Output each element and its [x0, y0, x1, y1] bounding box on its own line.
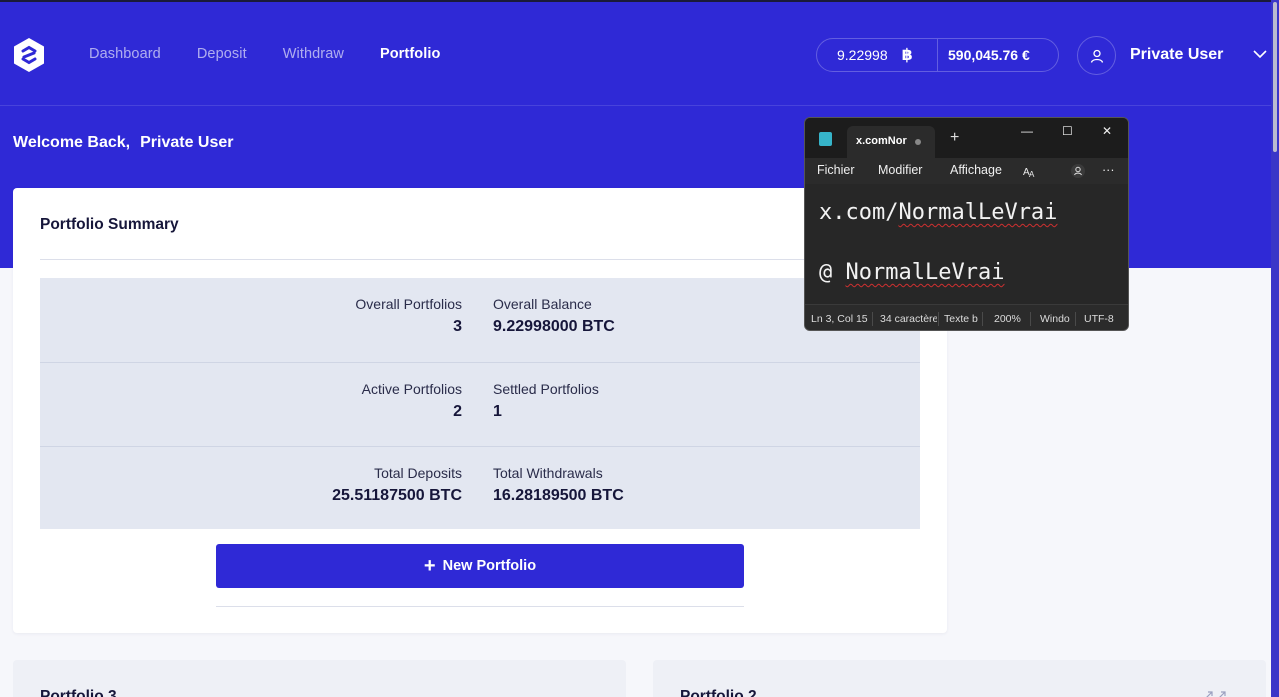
notepad-menubar: Fichier Modifier Affichage A A ··· [805, 158, 1128, 184]
divider [216, 606, 744, 607]
portfolio-card-title: Portfolio 3 [40, 688, 117, 697]
font-settings-icon[interactable]: A A [1023, 164, 1037, 178]
notepad-icon [819, 132, 832, 146]
stat-value: 3 [453, 318, 462, 335]
stat-value: 1 [493, 403, 502, 420]
close-button[interactable]: ✕ [1102, 124, 1112, 138]
maximize-button[interactable]: ☐ [1062, 124, 1073, 138]
brand-logo-icon[interactable] [12, 37, 46, 73]
encoding: UTF-8 [1084, 313, 1114, 325]
notepad-editor[interactable]: x.com/NormalLeVrai @ NormalLeVrai [805, 184, 1128, 304]
stat-label: Overall Balance [493, 296, 592, 312]
notepad-titlebar[interactable]: x.comNor + — ☐ ✕ [805, 118, 1128, 158]
stat-overall-portfolios: Overall Portfolios 3 [355, 296, 462, 336]
portfolio-card-title: Portfolio 2 [680, 688, 757, 697]
editor-line: @ NormalLeVrai [819, 260, 1004, 285]
status-separator [1075, 312, 1076, 326]
nav-withdraw[interactable]: Withdraw [283, 46, 344, 62]
line-text: x.com/ [819, 200, 899, 225]
main-nav: Dashboard Deposit Withdraw Portfolio [89, 46, 476, 62]
status-separator [938, 312, 939, 326]
stat-value: 9.22998000 BTC [493, 318, 615, 335]
summary-stats: Overall Portfolios 3 Overall Balance 9.2… [40, 278, 920, 529]
stat-label: Total Deposits [374, 465, 462, 481]
divider [40, 259, 920, 260]
external-link-icon[interactable] [1204, 690, 1228, 697]
account-icon[interactable] [1070, 163, 1086, 179]
line-text: @ [819, 260, 846, 285]
welcome-text: Welcome Back, [13, 134, 131, 151]
btc-balance-value: 9.22998 [837, 47, 888, 63]
menu-file[interactable]: Fichier [817, 163, 855, 177]
misspelled-word: NormalLeVrai [845, 260, 1005, 285]
stat-total-deposits: Total Deposits 25.51187500 BTC [332, 465, 462, 505]
cursor-position: Ln 3, Col 15 [811, 313, 868, 325]
character-count: 34 caractère [880, 313, 937, 325]
stat-total-withdrawals: Total Withdrawals 16.28189500 BTC [493, 465, 624, 505]
balance-display: 9.22998 ฿ 590,045.76 € [816, 38, 1059, 72]
stat-row: Total Deposits 25.51187500 BTC Total Wit… [40, 446, 920, 530]
welcome-user-name: Private User [140, 134, 234, 151]
btc-balance: 9.22998 ฿ [817, 39, 938, 71]
stat-label: Active Portfolios [361, 381, 462, 397]
stat-overall-balance: Overall Balance 9.22998000 BTC [493, 296, 615, 336]
minimize-button[interactable]: — [1021, 124, 1033, 138]
new-portfolio-label: New Portfolio [442, 558, 537, 574]
stat-row: Overall Portfolios 3 Overall Balance 9.2… [40, 278, 920, 362]
chevron-down-icon[interactable] [1252, 48, 1268, 60]
text-format: Texte b [944, 313, 978, 325]
more-options-button[interactable]: ··· [1102, 163, 1115, 177]
stat-label: Total Withdrawals [493, 465, 603, 481]
portfolio-card[interactable]: Portfolio 3 [13, 660, 626, 697]
user-menu-name[interactable]: Private User [1130, 46, 1223, 64]
stat-label: Settled Portfolios [493, 381, 599, 397]
status-separator [872, 312, 873, 326]
plus-icon: + [423, 555, 436, 577]
notepad-window[interactable]: x.comNor + — ☐ ✕ Fichier Modifier Affich… [804, 117, 1129, 331]
scrollbar-thumb[interactable] [1273, 2, 1277, 152]
line-ending: Windo [1040, 313, 1070, 325]
portfolio-card[interactable]: Portfolio 2 [653, 660, 1266, 697]
page-scrollbar[interactable] [1271, 0, 1279, 697]
stat-row: Active Portfolios 2 Settled Portfolios 1 [40, 362, 920, 446]
welcome-message: Welcome Back, Private User [13, 134, 233, 152]
new-tab-button[interactable]: + [950, 129, 959, 147]
stat-settled-portfolios: Settled Portfolios 1 [493, 381, 599, 421]
bitcoin-icon: ฿ [901, 47, 913, 64]
status-separator [1030, 312, 1031, 326]
menu-view[interactable]: Affichage [950, 163, 1002, 177]
nav-deposit[interactable]: Deposit [197, 46, 247, 62]
misspelled-word: NormalLeVrai [898, 200, 1058, 225]
stat-value: 16.28189500 BTC [493, 487, 624, 504]
notepad-tab-title: x.comNor [856, 135, 907, 147]
notepad-statusbar: Ln 3, Col 15 34 caractère Texte b 200% W… [805, 304, 1128, 330]
unsaved-dot-icon [915, 139, 921, 145]
fiat-balance-value: 590,045.76 € [948, 47, 1030, 63]
zoom-level[interactable]: 200% [994, 313, 1026, 325]
user-icon [1090, 49, 1103, 63]
summary-title: Portfolio Summary [40, 216, 179, 233]
svg-text:A: A [1029, 170, 1035, 178]
nav-dashboard[interactable]: Dashboard [89, 46, 161, 62]
editor-line: x.com/NormalLeVrai [819, 200, 1057, 225]
status-separator [982, 312, 983, 326]
notepad-tab[interactable]: x.comNor [847, 126, 935, 158]
stat-active-portfolios: Active Portfolios 2 [362, 381, 462, 421]
stat-value: 25.51187500 BTC [332, 487, 462, 504]
stat-value: 2 [453, 403, 462, 420]
top-navbar: Dashboard Deposit Withdraw Portfolio 9.2… [0, 2, 1279, 106]
new-portfolio-button[interactable]: + New Portfolio [216, 544, 744, 588]
stat-label: Overall Portfolios [355, 296, 462, 312]
nav-portfolio[interactable]: Portfolio [380, 46, 441, 62]
menu-edit[interactable]: Modifier [878, 163, 922, 177]
user-avatar[interactable] [1077, 36, 1116, 75]
